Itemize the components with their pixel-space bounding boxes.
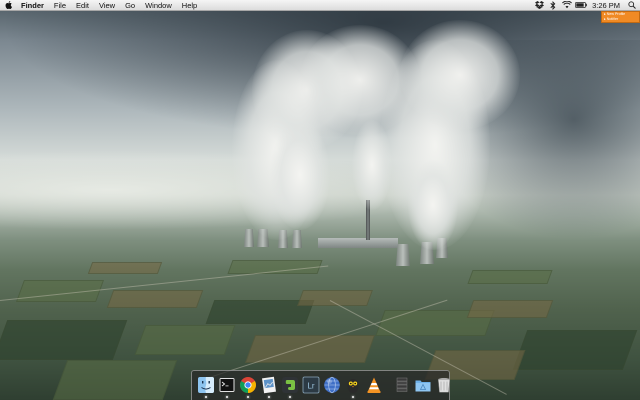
battery-icon[interactable] — [574, 0, 588, 11]
terminal-icon — [219, 377, 235, 392]
running-indicator — [205, 395, 207, 398]
dock: Lr — [191, 370, 453, 400]
dock-item-trash[interactable] — [435, 373, 453, 399]
running-indicator — [352, 395, 354, 398]
finder-icon — [198, 376, 214, 393]
notification-widget[interactable]: ▸ New Profile ▸ Notifier — [601, 11, 640, 23]
svg-text:Lr: Lr — [307, 381, 314, 390]
menu-edit[interactable]: Edit — [71, 0, 94, 11]
menu-app-name[interactable]: Finder — [16, 0, 49, 11]
vlc-icon — [367, 377, 381, 393]
menu-window[interactable]: Window — [140, 0, 177, 11]
dock-item-downloads-stack[interactable] — [393, 373, 411, 399]
dock-item-terminal[interactable] — [218, 373, 236, 399]
desktop-wallpaper — [0, 0, 640, 400]
dock-item-lightroom[interactable]: Lr — [302, 373, 320, 399]
dock-item-network-globe[interactable] — [323, 373, 341, 399]
menu-help[interactable]: Help — [177, 0, 202, 11]
dropbox-icon[interactable] — [532, 0, 546, 11]
menu-bar: Finder File Edit View Go Window Help 3:2… — [0, 0, 640, 11]
spotlight-search-icon[interactable] — [624, 0, 640, 11]
menu-extras: 3:26 PM — [532, 0, 640, 11]
apple-icon — [5, 1, 12, 9]
notification-line-2: ▸ Notifier — [604, 17, 619, 21]
wifi-icon[interactable] — [560, 0, 574, 11]
running-indicator — [268, 395, 270, 398]
running-indicator — [247, 395, 249, 398]
evernote-icon — [282, 376, 298, 393]
dock-item-preview[interactable] — [260, 373, 278, 399]
dock-item-chrome[interactable] — [239, 373, 257, 399]
preview-icon — [262, 376, 276, 393]
dock-item-finder[interactable] — [197, 373, 215, 399]
running-indicator — [289, 395, 291, 398]
folder-icon — [415, 380, 431, 391]
dock-item-cyberduck[interactable] — [344, 373, 362, 399]
globe-icon — [324, 376, 340, 393]
stack-icon — [396, 377, 408, 392]
chrome-icon — [240, 376, 256, 393]
trash-icon — [437, 377, 451, 392]
dock-item-applications-folder[interactable] — [414, 373, 432, 399]
menu-file[interactable]: File — [49, 0, 71, 11]
menu-clock[interactable]: 3:26 PM — [588, 0, 624, 11]
menu-go[interactable]: Go — [120, 0, 140, 11]
bluetooth-icon[interactable] — [546, 0, 560, 11]
owl-icon — [347, 378, 359, 393]
menu-view[interactable]: View — [94, 0, 120, 11]
running-indicator — [226, 395, 228, 398]
dock-item-evernote[interactable] — [281, 373, 299, 399]
dock-item-vlc[interactable] — [365, 373, 383, 399]
apple-menu[interactable] — [0, 1, 16, 9]
lightroom-icon: Lr — [302, 376, 320, 393]
